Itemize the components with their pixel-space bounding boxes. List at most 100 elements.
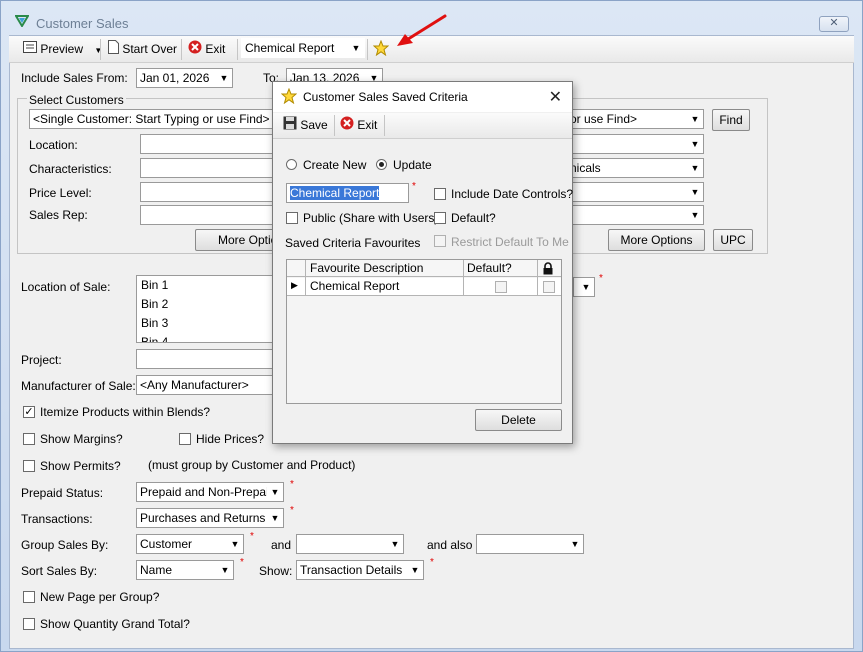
exit-button[interactable]: Exit	[188, 40, 225, 59]
chevron-down-icon: ▼	[687, 183, 703, 201]
project-input[interactable]	[136, 349, 276, 369]
grid-divider	[537, 260, 538, 296]
default-checkbox[interactable]	[434, 212, 446, 224]
itemize-checkbox[interactable]: ✓	[23, 406, 35, 418]
restrict-default-label: Restrict Default To Me	[451, 235, 569, 249]
dialog-title-bar: Customer Sales Saved Criteria ✕	[273, 82, 572, 112]
characteristics-combo[interactable]: nicals ▼	[566, 158, 704, 178]
manufacturer-input[interactable]: <Any Manufacturer>	[136, 375, 276, 395]
dialog-save-button[interactable]: Save	[283, 116, 328, 135]
exit-icon	[340, 116, 354, 136]
chevron-down-icon: ▼	[217, 561, 233, 579]
grid-header-default[interactable]: Default?	[467, 260, 512, 277]
preview-label: Preview	[40, 42, 84, 56]
saved-favourites-label: Saved Criteria Favourites	[285, 236, 421, 250]
grid-cell-description[interactable]: Chemical Report	[310, 278, 399, 295]
transactions-value: Purchases and Returns	[140, 511, 266, 525]
list-item[interactable]: Bin 1	[137, 276, 275, 295]
delete-button[interactable]: Delete	[475, 409, 562, 431]
preview-dropdown-icon[interactable]: ▼	[94, 46, 102, 55]
lock-icon	[542, 262, 554, 278]
customer-search-value: <Single Customer: Start Typing or use Fi…	[33, 112, 270, 126]
report-select[interactable]: Chemical Report ▼	[241, 38, 365, 58]
list-item[interactable]: Bin 3	[137, 314, 275, 333]
customer-search-combo[interactable]: or use Find> ▼	[566, 109, 704, 129]
show-select[interactable]: Transaction Details ▼	[296, 560, 424, 580]
dialog-exit-button[interactable]: Exit	[340, 116, 377, 135]
prepaid-status-value: Prepaid and Non-Prepaid	[140, 485, 276, 499]
chevron-down-icon: ▼	[227, 535, 243, 553]
public-checkbox[interactable]	[286, 212, 298, 224]
dialog-close-icon[interactable]: ✕	[549, 87, 562, 107]
price-level-label: Price Level:	[29, 186, 92, 200]
itemize-label: Itemize Products within Blends?	[40, 405, 211, 419]
location-of-sale-list[interactable]: Bin 1 Bin 2 Bin 3 Bin 4	[136, 275, 276, 343]
create-new-label: Create New	[303, 158, 367, 172]
show-margins-checkbox[interactable]	[23, 433, 35, 445]
hide-prices-checkbox[interactable]	[179, 433, 191, 445]
save-icon	[283, 116, 297, 136]
chevron-down-icon: ▼	[687, 206, 703, 224]
group-sales-select[interactable]: Customer ▼	[136, 534, 244, 554]
from-date-picker[interactable]: Jan 01, 2026 ▼	[136, 68, 233, 88]
group-sales-third-select[interactable]: ▼	[476, 534, 584, 554]
show-margins-label: Show Margins?	[40, 432, 123, 446]
location-of-sale-combo[interactable]: ▼	[573, 277, 595, 297]
favourites-grid[interactable]: Favourite Description Default? ▶ Chemica…	[286, 259, 562, 404]
app-logo-icon	[14, 15, 30, 30]
criteria-name-input[interactable]: Chemical Report	[286, 183, 409, 203]
sales-rep-input[interactable]	[140, 205, 277, 225]
hide-prices-label: Hide Prices?	[196, 432, 265, 446]
price-level-input[interactable]	[140, 182, 277, 202]
create-new-radio[interactable]	[286, 159, 297, 170]
start-over-label: Start Over	[122, 42, 178, 57]
grid-header-description[interactable]: Favourite Description	[310, 260, 423, 277]
preview-button[interactable]: Preview ▼	[23, 40, 102, 59]
dialog-exit-label: Exit	[357, 118, 378, 133]
price-level-combo[interactable]: ▼	[566, 182, 704, 202]
quantity-total-checkbox[interactable]	[23, 618, 35, 630]
include-sales-from-label: Include Sales From:	[21, 71, 128, 85]
required-marker: *	[290, 479, 294, 490]
update-radio[interactable]	[376, 159, 387, 170]
chevron-down-icon: ▼	[567, 535, 583, 553]
grid-row-lock-checkbox[interactable]	[543, 281, 555, 293]
saved-criteria-star-button[interactable]	[372, 39, 390, 59]
location-of-sale-label: Location of Sale:	[21, 280, 111, 294]
chevron-down-icon: ▼	[687, 135, 703, 153]
characteristics-input[interactable]	[140, 158, 277, 178]
include-date-controls-checkbox[interactable]	[434, 188, 446, 200]
list-item[interactable]: Bin 2	[137, 295, 275, 314]
prepaid-status-select[interactable]: Prepaid and Non-Prepaid ▼	[136, 482, 284, 502]
upc-button[interactable]: UPC	[713, 229, 753, 251]
list-item[interactable]: Bin 4	[137, 333, 275, 342]
grid-row-default-checkbox[interactable]	[495, 281, 507, 293]
update-label: Update	[393, 158, 432, 172]
transactions-select[interactable]: Purchases and Returns ▼	[136, 508, 284, 528]
sales-rep-label: Sales Rep:	[29, 208, 88, 222]
preview-icon	[23, 40, 37, 59]
show-permits-checkbox[interactable]	[23, 460, 35, 472]
chevron-down-icon: ▼	[687, 159, 703, 177]
customer-search-input[interactable]: <Single Customer: Start Typing or use Fi…	[29, 109, 277, 129]
characteristics-label: Characteristics:	[29, 162, 112, 176]
location-combo[interactable]: ▼	[566, 134, 704, 154]
chevron-down-icon: ▼	[407, 561, 423, 579]
new-page-checkbox[interactable]	[23, 591, 35, 603]
required-marker: *	[599, 273, 603, 284]
more-options-button-left[interactable]: More Optio	[195, 229, 277, 251]
document-icon	[108, 40, 119, 60]
prepaid-status-label: Prepaid Status:	[21, 486, 104, 500]
star-icon	[280, 87, 298, 107]
toolbar-separator	[181, 39, 182, 60]
location-input[interactable]	[140, 134, 277, 154]
restrict-default-checkbox[interactable]	[434, 235, 446, 247]
sales-rep-combo[interactable]: ▼	[566, 205, 704, 225]
main-window: Customer Sales ✕ Preview ▼ Start Over Ex…	[0, 0, 863, 652]
start-over-button[interactable]: Start Over	[108, 40, 177, 59]
sort-sales-select[interactable]: Name ▼	[136, 560, 234, 580]
more-options-button[interactable]: More Options	[608, 229, 705, 251]
find-button[interactable]: Find	[712, 109, 750, 131]
window-close-button[interactable]: ✕	[819, 16, 849, 32]
group-sales-second-select[interactable]: ▼	[296, 534, 404, 554]
